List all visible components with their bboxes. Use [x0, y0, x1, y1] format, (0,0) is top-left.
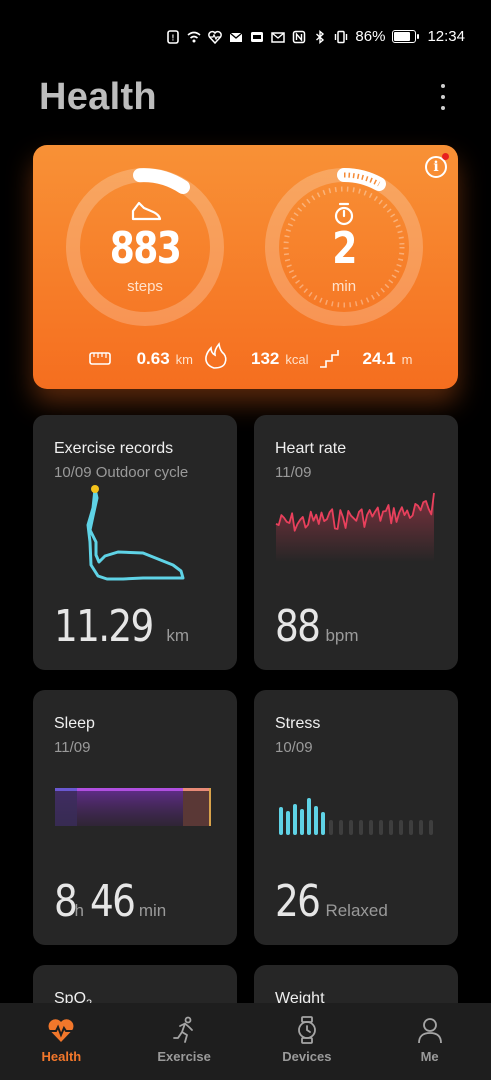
- notification-dot: [442, 153, 449, 160]
- sleep-duration: 8 h 46 min: [54, 876, 166, 927]
- heart-rate-value: 88: [275, 601, 321, 652]
- stress-title: Stress: [275, 715, 321, 732]
- stress-subtitle: 10/09: [275, 739, 313, 756]
- nav-health[interactable]: Health: [0, 1003, 123, 1080]
- calories-value: 132: [251, 349, 280, 368]
- calories-unit: kcal: [285, 351, 309, 367]
- nav-exercise[interactable]: Exercise: [123, 1003, 246, 1080]
- watch-icon: [297, 1016, 316, 1044]
- activity-summary-card[interactable]: 883 steps 2 min i 0.63 km 132 kcal 24.1 …: [33, 145, 458, 389]
- status-bar: ! 86% 12:34: [0, 0, 491, 72]
- heart-rate-unit: bpm: [325, 626, 359, 645]
- steps-value: 883: [109, 223, 182, 274]
- heart-rate-title: Heart rate: [275, 440, 347, 457]
- climb-metric: 24.1 m: [339, 349, 413, 369]
- heart-rate-reading: 88 bpm: [275, 601, 359, 652]
- sleep-minutes-unit: min: [138, 901, 167, 920]
- exercise-distance-value: 11.29: [54, 601, 154, 652]
- more-dot-icon: [441, 84, 445, 88]
- person-icon: [417, 1018, 442, 1044]
- steps-unit: steps: [127, 278, 163, 295]
- nav-devices-label: Devices: [282, 1049, 332, 1064]
- wifi-icon: [187, 31, 201, 42]
- climb-unit: m: [401, 351, 413, 367]
- bottom-navigation: Health Exercise Devices Me: [0, 1003, 491, 1080]
- page-title: Health: [39, 76, 157, 118]
- nav-devices[interactable]: Devices: [246, 1003, 369, 1080]
- exercise-records-title: Exercise records: [54, 440, 174, 457]
- vibrate-icon: [335, 30, 348, 43]
- exercise-records-card[interactable]: Exercise records 10/09 Outdoor cycle 11.…: [33, 415, 237, 670]
- bluetooth-icon: [316, 29, 325, 44]
- sim-icon: !: [167, 29, 180, 44]
- stopwatch-icon: [334, 202, 354, 226]
- shoe-icon: [131, 201, 162, 221]
- sleep-chart: [55, 788, 211, 826]
- climb-value: 24.1: [362, 349, 396, 368]
- calories-metric: 132 kcal: [223, 349, 309, 369]
- activity-metrics: 0.63 km 132 kcal 24.1 m: [33, 349, 458, 369]
- heart-rate-card[interactable]: Heart rate 11/09 88 bpm: [254, 415, 458, 670]
- active-minutes-value: 2: [332, 223, 357, 274]
- nav-health-label: Health: [41, 1049, 82, 1064]
- route-map: [86, 485, 185, 581]
- distance-unit: km: [175, 351, 193, 367]
- heart-monitor-icon: [208, 30, 223, 44]
- nfc-icon: [293, 30, 306, 43]
- sleep-title: Sleep: [54, 715, 95, 732]
- stress-chart: [279, 798, 433, 835]
- active-minutes-unit: min: [331, 278, 357, 295]
- stress-value: 26: [275, 876, 321, 927]
- exercise-records-subtitle: 10/09 Outdoor cycle: [54, 464, 189, 481]
- more-dot-icon: [441, 95, 445, 99]
- status-icons: ! 86% 12:34: [166, 28, 465, 45]
- running-icon: [173, 1016, 194, 1043]
- mail-icon: [230, 32, 243, 42]
- stress-card[interactable]: Stress 10/09 26 Relaxed: [254, 690, 458, 945]
- battery-icon: [392, 30, 420, 43]
- svg-text:!: !: [172, 33, 175, 42]
- sleep-minutes-value: 46: [90, 876, 136, 927]
- sleep-hours-value: 8: [54, 876, 78, 927]
- more-dot-icon: [441, 106, 445, 110]
- battery-percent: 86%: [355, 28, 386, 45]
- more-options-button[interactable]: [433, 82, 453, 112]
- heart-rate-subtitle: 11/09: [275, 464, 312, 481]
- heart-pulse-icon: [48, 1019, 74, 1042]
- distance-metric: 0.63 km: [79, 349, 193, 369]
- stress-reading: 26 Relaxed: [275, 876, 388, 927]
- distance-value: 0.63: [136, 349, 170, 368]
- app-badge-icon: [251, 31, 264, 42]
- mail-icon-2: [271, 31, 286, 43]
- nav-me[interactable]: Me: [368, 1003, 491, 1080]
- stress-label: Relaxed: [325, 901, 388, 920]
- clock: 12:34: [427, 28, 465, 45]
- exercise-distance: 11.29 km: [54, 601, 189, 652]
- nav-me-label: Me: [420, 1049, 439, 1064]
- exercise-distance-unit: km: [166, 626, 190, 645]
- heart-rate-chart: [275, 492, 435, 562]
- sleep-subtitle: 11/09: [54, 739, 91, 756]
- sleep-card[interactable]: Sleep 11/09 8 h 46 min: [33, 690, 237, 945]
- nav-exercise-label: Exercise: [157, 1049, 211, 1064]
